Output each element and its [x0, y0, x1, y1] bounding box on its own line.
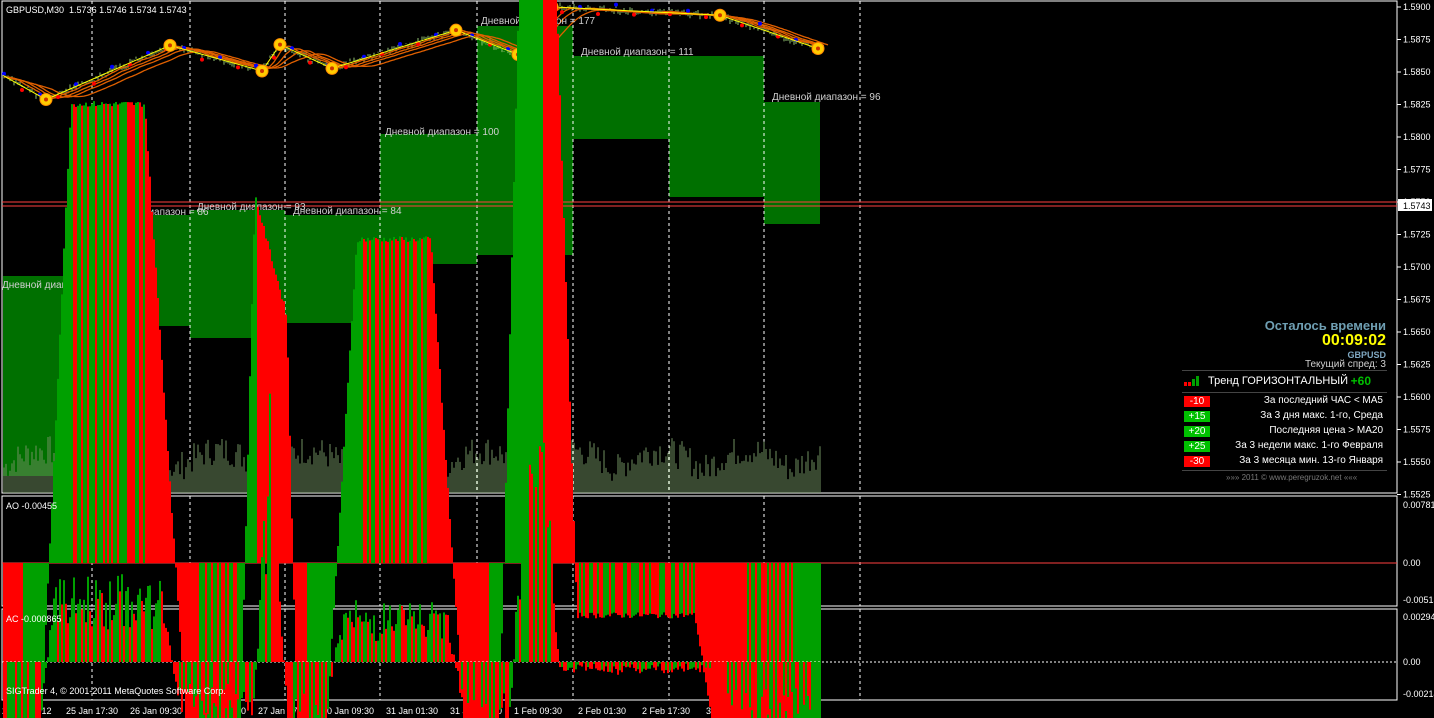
zigzag-point-center [718, 13, 722, 18]
price-label: 1.5725 [1403, 230, 1431, 240]
current-price-label: 1.5743 [1403, 201, 1431, 211]
price-label: 1.5800 [1403, 132, 1431, 142]
zigzag-point-center [330, 66, 334, 71]
price-label: 1.5825 [1403, 100, 1431, 110]
trend-row: +15 За 3 дня макс. 1-го, Среда [1182, 410, 1387, 424]
trend-condition: Последняя цена > MA20 [1269, 425, 1383, 436]
ao-axis-label: 0.00781 [1403, 500, 1434, 510]
trend-footer: »»» 2011 © www.peregruzok.net ««« [1226, 473, 1358, 482]
price-label: 1.5600 [1403, 392, 1431, 402]
price-label: 1.5650 [1403, 327, 1431, 337]
zigzag-point-center [168, 43, 172, 48]
trend-row: +20 Последняя цена > MA20 [1182, 425, 1387, 439]
price-label: 1.5550 [1403, 457, 1431, 467]
price-label: 1.5625 [1403, 360, 1431, 370]
daily-range-label: Дневной диапазон = 111 [581, 47, 694, 58]
time-remaining-value: 00:09:02 [1321, 332, 1386, 349]
ac-axis-label: 0.00294 [1403, 612, 1434, 622]
price-label: 1.5575 [1403, 425, 1431, 435]
fractal-dot [596, 11, 600, 16]
trend-score: +20 [1184, 426, 1210, 437]
fractal-dot [56, 95, 60, 100]
current-spread: Текущий спред: 3 [1304, 359, 1386, 370]
zigzag-point-center [260, 68, 264, 73]
fractal-dot [614, 2, 618, 7]
zigzag-point-center [454, 28, 458, 33]
fractal-dot [758, 21, 762, 26]
trend-score: +25 [1184, 441, 1210, 452]
price-label: 1.5775 [1403, 165, 1431, 175]
trend-row: +25 За 3 недели макс. 1-го Февраля [1182, 440, 1387, 454]
price-label: 1.5850 [1403, 67, 1431, 77]
fractal-dot [398, 42, 402, 47]
daily-range-label: Дневной диапазон = 84 [293, 206, 402, 217]
trend-condition: За 3 недели макс. 1-го Февраля [1235, 440, 1383, 451]
trend-score: -10 [1184, 396, 1210, 407]
time-label: 26 Jan 09:30 [130, 706, 182, 716]
fractal-dot [308, 60, 312, 65]
price-label: 1.5700 [1403, 262, 1431, 272]
price-label: 1.5875 [1403, 35, 1431, 45]
ac-axis-label: -0.00214 [1403, 689, 1434, 699]
daily-range-box [573, 56, 669, 139]
fractal-dot [632, 12, 636, 17]
trend-total: +60 [1350, 374, 1371, 388]
zigzag-point-center [278, 42, 282, 47]
zigzag-point-center [816, 46, 820, 51]
trend-row: -30 За 3 месяца мин. 13-го Января [1182, 455, 1387, 469]
trend-condition: За последний ЧАС < MA5 [1263, 395, 1383, 406]
trend-header: Тренд ГОРИЗОНТАЛЬНЫЙ +60 [1182, 374, 1387, 388]
time-label: 31 Jan 01:30 [386, 706, 438, 716]
fractal-dot [686, 8, 690, 13]
time-label: 2 Feb 17:30 [642, 706, 690, 716]
ao-axis-label: -0.00513 [1403, 595, 1434, 605]
time-remaining-title: Осталось времени [1264, 318, 1386, 333]
zigzag-point-center [44, 97, 48, 102]
daily-range-label: Дневной диапазон = 100 [385, 127, 500, 138]
fractal-dot [344, 65, 348, 70]
trend-label: Тренд ГОРИЗОНТАЛЬНЫЙ [1208, 375, 1349, 387]
daily-range-label: Дневной диапазон = 93 [197, 202, 306, 213]
chart-title: GBPUSD,M30 1.5736 1.5746 1.5734 1.5743 [6, 5, 187, 15]
time-label: 2 Feb 01:30 [578, 706, 626, 716]
trend-bars-icon [1184, 376, 1199, 386]
ac-axis-label: 0.00 [1403, 657, 1421, 667]
trend-row: -10 За последний ЧАС < MA5 [1182, 395, 1387, 409]
fractal-dot [200, 57, 204, 62]
fractal-dot [110, 64, 114, 69]
trend-condition: За 3 месяца мин. 13-го Января [1239, 455, 1383, 466]
fractal-dot [704, 15, 708, 20]
fractal-dot [20, 87, 24, 92]
trend-score: -30 [1184, 456, 1210, 467]
fractal-dot [2, 71, 6, 76]
fractal-dot [236, 65, 240, 70]
ao-axis-label: 0.00 [1403, 558, 1421, 568]
fractal-dot [740, 23, 744, 28]
time-label: 30 Jan 09:30 [322, 706, 374, 716]
price-label: 1.5675 [1403, 295, 1431, 305]
time-label: 1 Feb 09:30 [514, 706, 562, 716]
trend-condition: За 3 дня макс. 1-го, Среда [1260, 410, 1383, 421]
daily-range-box [669, 56, 764, 197]
price-label: 1.5900 [1403, 2, 1431, 12]
fractal-dot [560, 10, 564, 15]
chart-canvas[interactable]: Дневной диапазон = 146Дневной диапазон =… [0, 0, 1434, 718]
trend-score: +15 [1184, 411, 1210, 422]
daily-range-label: Дневной диапазон = 96 [772, 92, 881, 103]
ac-label: AC -0.000865 [6, 614, 62, 624]
price-label: 1.5525 [1403, 490, 1431, 500]
copyright: SIGTrader 4, © 2001-2011 MetaQuotes Soft… [6, 686, 226, 696]
ao-label: AO -0.00455 [6, 501, 58, 511]
time-label: 25 Jan 17:30 [66, 706, 118, 716]
trend-panel: Тренд ГОРИЗОНТАЛЬНЫЙ +60 -10 За последний… [1182, 370, 1387, 483]
fractal-dot [92, 81, 96, 86]
